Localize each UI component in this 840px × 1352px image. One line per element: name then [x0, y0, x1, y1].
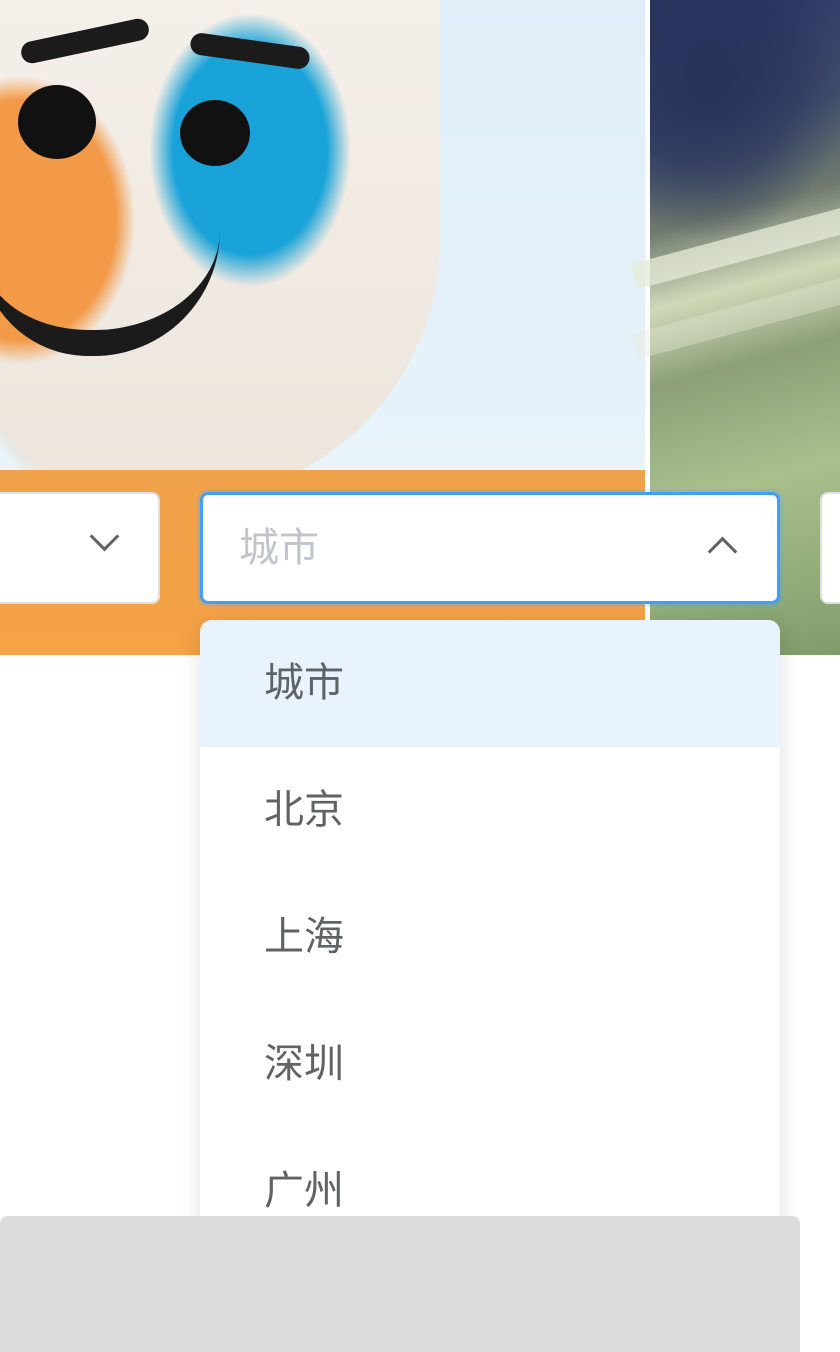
city-select-placeholder: 城市	[239, 525, 319, 571]
glove-eye-right	[180, 100, 250, 166]
city-dropdown: 城市 北京 上海 深圳 广州	[200, 620, 780, 1260]
dropdown-option-shenzhen[interactable]: 深圳	[200, 1001, 780, 1128]
right-select[interactable]	[820, 492, 840, 604]
dropdown-option-beijing[interactable]: 北京	[200, 747, 780, 874]
city-select[interactable]: 城市	[200, 492, 780, 604]
bottom-bar	[0, 1216, 800, 1352]
dropdown-option-city[interactable]: 城市	[200, 620, 780, 747]
chevron-down-icon	[89, 521, 120, 552]
dropdown-option-shanghai[interactable]: 上海	[200, 874, 780, 1001]
left-select[interactable]	[0, 492, 160, 604]
chevron-up-icon	[707, 536, 738, 567]
glove-eye-left	[18, 85, 96, 159]
photo-stripe	[631, 196, 840, 290]
